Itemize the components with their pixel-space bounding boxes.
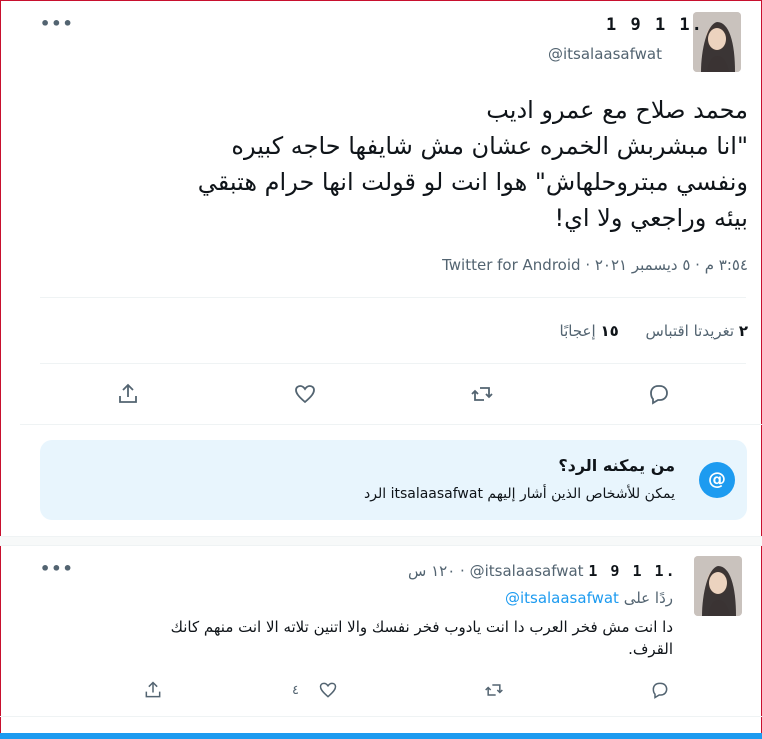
likes-label: إعجابًا	[559, 322, 596, 340]
retweet-icon[interactable]	[484, 680, 504, 700]
tweet-thread: 1 9 1 1. @itsalaasafwat ••• محمد صلاح مع…	[0, 0, 762, 739]
section-separator	[0, 536, 762, 546]
tweet-text-line: "انا مبشربش الخمره عشان مش شايفها حاجه ك…	[231, 132, 748, 160]
retweet-icon[interactable]	[470, 382, 494, 406]
tweet-text-line: محمد صلاح مع عمرو اديب	[486, 96, 748, 124]
author-handle[interactable]: @itsalaasafwat	[548, 45, 662, 63]
reply-likes-count: ٤	[292, 683, 299, 698]
reply-author-name[interactable]: 1 9 1 1.	[588, 562, 676, 580]
replying-to: ردًا على @itsalaasafwat	[173, 589, 673, 607]
replying-prefix: ردًا على	[623, 589, 673, 607]
heart-icon[interactable]	[318, 680, 338, 700]
tweet-text: محمد صلاح مع عمرو اديب "انا مبشربش الخمر…	[48, 92, 748, 236]
tweet-timestamp[interactable]: ٣:٥٤ م · ٥ ديسمبر ٢٠٢١ · Twitter for And…	[48, 256, 748, 274]
more-icon[interactable]: •••	[40, 14, 74, 33]
divider	[40, 363, 746, 364]
reply-text: دا انت مش فخر العرب دا انت يادوب فخر نفس…	[33, 616, 673, 660]
who-can-reply-description: يمكن للأشخاص الذين أشار إليهم itsalaasaf…	[363, 486, 675, 502]
reply-header: ١٢٠ س · @itsalaasafwat 1 9 1 1.	[408, 562, 677, 580]
share-icon[interactable]	[143, 680, 163, 700]
divider	[20, 424, 762, 425]
reply-author-avatar[interactable]	[694, 556, 742, 616]
replying-to-link[interactable]: @itsalaasafwat	[505, 589, 619, 607]
author-name[interactable]: 1 9 1 1.	[606, 15, 704, 35]
window-bottom-bar	[0, 733, 762, 739]
quote-tweets-count: ٢	[738, 322, 748, 340]
reply-icon[interactable]	[647, 382, 671, 406]
reply-time[interactable]: ١٢٠ س	[408, 562, 455, 580]
reply-author-handle[interactable]: @itsalaasafwat	[470, 562, 584, 580]
tweet-text-line: ونفسي مبتروحلهاش" هوا انت لو قولت انها ح…	[197, 168, 748, 196]
more-icon[interactable]: •••	[40, 559, 74, 578]
tweet-stats: ٢ تغريدتا اقتباس ١٥ إعجابًا	[48, 322, 748, 340]
reply-text-line: دا انت مش فخر العرب دا انت يادوب فخر نفس…	[170, 618, 673, 636]
reply-text-line: القرف.	[628, 640, 673, 658]
quote-tweets-label: تغريدتا اقتباس	[645, 322, 735, 340]
who-can-reply-title: من يمكنه الرد؟	[558, 456, 675, 475]
at-sign-icon: @	[699, 462, 735, 498]
share-icon[interactable]	[116, 382, 140, 406]
heart-icon[interactable]	[293, 382, 317, 406]
who-can-reply-box: @ من يمكنه الرد؟ يمكن للأشخاص الذين أشار…	[40, 440, 747, 520]
divider	[0, 716, 762, 717]
likes-stat[interactable]: ١٥ إعجابًا	[560, 322, 619, 340]
divider	[40, 297, 746, 298]
tweet-text-line: بيئه وراجعي ولا اي!	[554, 204, 748, 232]
reply-icon[interactable]	[650, 680, 670, 700]
likes-count: ١٥	[600, 322, 619, 340]
quote-tweets-stat[interactable]: ٢ تغريدتا اقتباس	[646, 322, 748, 340]
